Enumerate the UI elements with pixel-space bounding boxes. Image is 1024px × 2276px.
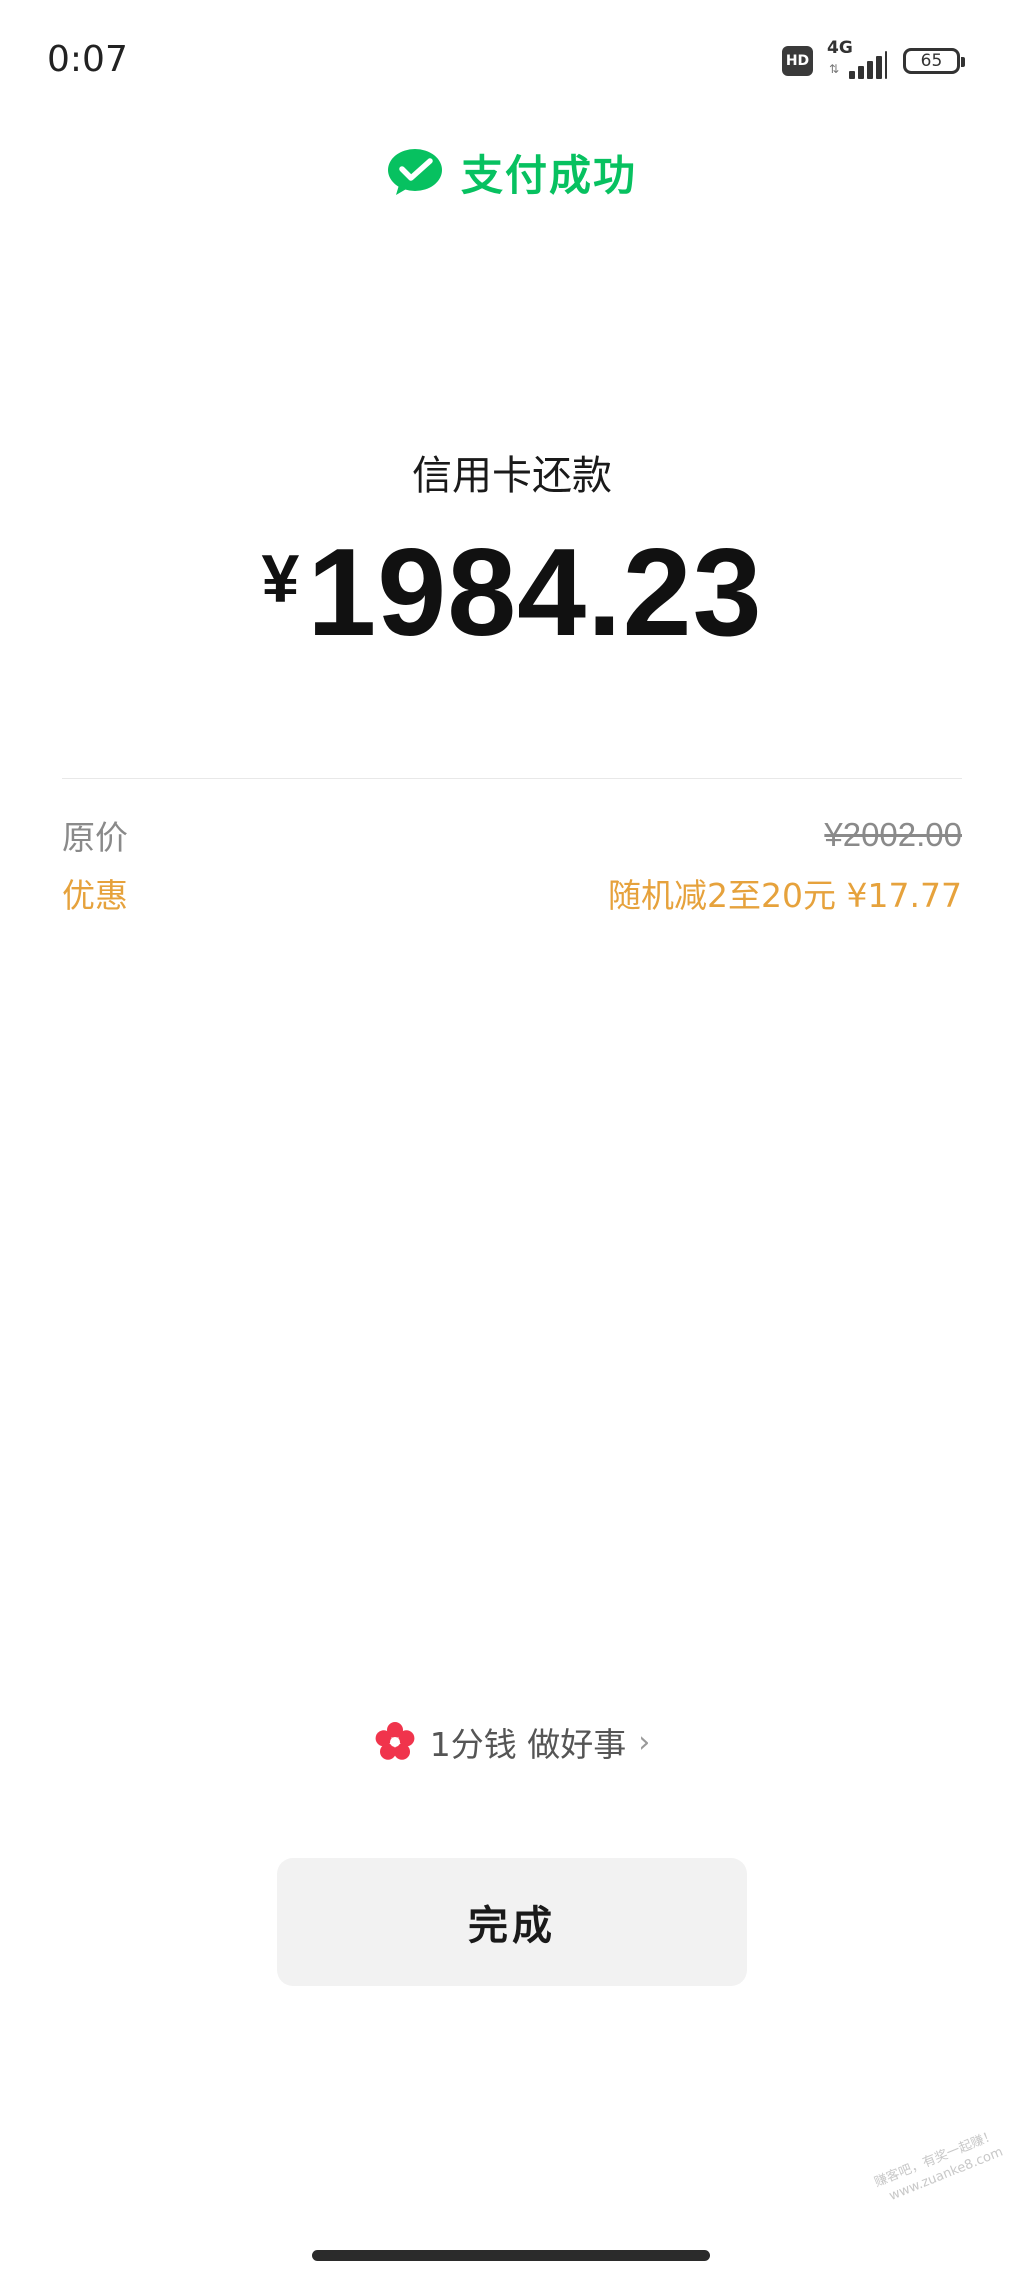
flower-icon [375,1722,415,1760]
watermark: 赚客吧，有奖一起赚！ www.zuanke8.com [872,2127,1006,2209]
signal-bars-icon [843,51,887,79]
status-time: 0:07 [47,39,128,80]
discount-label: 优惠 [62,876,128,915]
status-icons: HD 4G ⇅ 65 [782,39,965,80]
paid-amount: ¥1984.23 [0,528,1024,658]
page-title: 支付成功 [460,150,637,200]
chevron-right-icon: › [638,1724,651,1760]
discount-row: 优惠 随机减2至20元 ¥17.77 [62,869,962,917]
payment-success-header: 支付成功 [0,140,1024,204]
original-price-value: ¥2002.00 [824,816,962,853]
discount-value: 随机减2至20元 ¥17.77 [608,876,962,915]
original-price-label: 原价 [62,818,128,857]
currency-symbol: ¥ [261,541,300,617]
wechat-pay-icon [387,149,442,195]
home-indicator[interactable] [312,2250,710,2261]
data-activity-icon: ⇅ [829,62,840,76]
donate-link[interactable]: 1分钱 做好事 › [0,1716,1024,1768]
cellular-signal-icon: 4G ⇅ [825,39,887,79]
battery-icon: 65 [903,48,965,74]
battery-level: 65 [920,51,943,71]
done-button[interactable]: 完成 [277,1858,747,1986]
merchant-name: 信用卡还款 [412,453,612,499]
hd-icon: HD [782,46,813,76]
amount-value: 1984.23 [307,524,763,662]
divider [62,778,962,779]
donate-label: 1分钱 做好事 [429,1725,627,1764]
original-price-row: 原价 ¥2002.00 [62,811,962,859]
